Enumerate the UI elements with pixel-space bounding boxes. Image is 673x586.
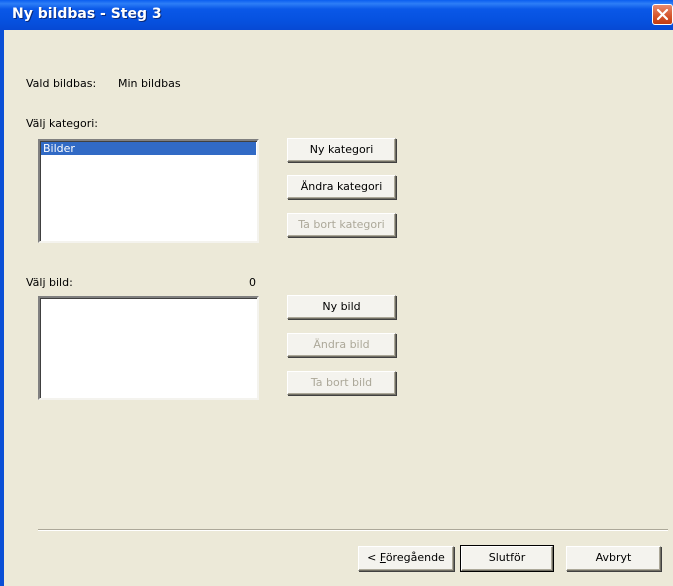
- image-label: Välj bild:: [26, 276, 73, 289]
- close-button[interactable]: [652, 4, 673, 25]
- new-category-button[interactable]: Ny kategori: [287, 138, 396, 162]
- dialog-body: Vald bildbas: Min bildbas Välj kategori:…: [4, 30, 673, 586]
- delete-image-button[interactable]: Ta bort bild: [287, 371, 396, 395]
- edit-category-button[interactable]: Ändra kategori: [287, 175, 396, 199]
- category-label: Välj kategori:: [26, 117, 99, 130]
- delete-category-button[interactable]: Ta bort kategori: [287, 213, 396, 237]
- dialog-window: Ny bildbas - Steg 3 Vald bildbas: Min bi…: [0, 0, 673, 586]
- image-list[interactable]: [38, 296, 259, 400]
- database-label: Vald bildbas:: [26, 77, 97, 90]
- previous-button[interactable]: < Föregående: [358, 546, 454, 571]
- edit-image-button[interactable]: Ändra bild: [287, 333, 396, 357]
- finish-button[interactable]: Slutför: [461, 546, 553, 571]
- close-icon: [656, 8, 669, 21]
- new-image-button[interactable]: Ny bild: [287, 295, 396, 319]
- cancel-button[interactable]: Avbryt: [566, 546, 661, 571]
- category-list-item[interactable]: Bilder: [41, 142, 256, 155]
- previous-label: öregående: [385, 551, 445, 564]
- window-title: Ny bildbas - Steg 3: [12, 6, 162, 22]
- database-value: Min bildbas: [118, 77, 181, 90]
- image-count: 0: [249, 276, 256, 289]
- previous-prefix: <: [367, 551, 380, 564]
- footer-separator: [38, 529, 668, 531]
- title-bar[interactable]: Ny bildbas - Steg 3: [0, 0, 673, 30]
- category-list[interactable]: Bilder: [38, 139, 259, 243]
